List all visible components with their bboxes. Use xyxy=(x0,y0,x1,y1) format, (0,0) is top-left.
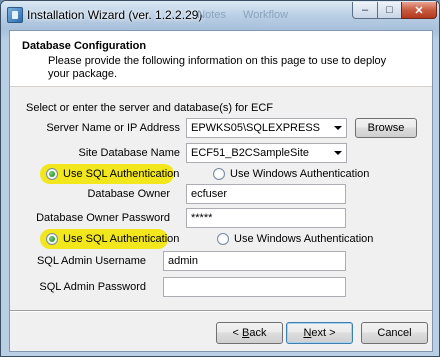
db-owner-label: Database Owner xyxy=(87,188,170,200)
server-value: EPWKS05\SQLEXPRESS xyxy=(191,122,320,134)
site-db-select[interactable]: ECF51_B2CSampleSite xyxy=(186,143,347,163)
windows-auth-radio-1[interactable]: Use Windows Authentication xyxy=(213,168,369,180)
background-tab: ... xyxy=(171,9,181,21)
radio-checked-icon[interactable] xyxy=(46,168,58,180)
back-rest: ack xyxy=(249,327,267,339)
page-description: Please provide the following information… xyxy=(48,55,387,80)
maximize-button[interactable]: □ xyxy=(377,2,402,19)
close-button[interactable]: ✕ xyxy=(401,2,437,19)
back-accel: B xyxy=(242,327,250,339)
sql-admin-username-label: SQL Admin Username xyxy=(36,255,146,267)
site-db-label: Site Database Name xyxy=(78,147,181,159)
next-accel: N xyxy=(303,327,312,339)
minimize-icon: – xyxy=(361,4,369,16)
title-bar[interactable]: Installation Wizard (ver. 1.2.2.29) ... … xyxy=(1,1,439,29)
next-rest: ext xyxy=(311,327,327,339)
radio-unchecked-icon[interactable] xyxy=(213,168,225,180)
sql-admin-password-label: SQL Admin Password xyxy=(39,281,146,293)
windows-auth-label: Use Windows Authentication xyxy=(234,233,374,245)
back-button[interactable]: < Back xyxy=(216,322,283,344)
sql-auth-radio-2[interactable]: Use SQL Authentication xyxy=(46,233,179,245)
sql-admin-username-input[interactable]: admin xyxy=(163,251,346,271)
sql-admin-password-input[interactable] xyxy=(163,277,346,297)
db-owner-password-label: Database Owner Password xyxy=(36,212,170,224)
db-owner-password-input[interactable]: ***** xyxy=(186,208,346,228)
site-db-value: ECF51_B2CSampleSite xyxy=(191,147,310,159)
windows-auth-label: Use Windows Authentication xyxy=(230,168,370,180)
server-label: Server Name or IP Address xyxy=(46,122,180,134)
minimize-button[interactable]: – xyxy=(352,2,378,19)
browse-button[interactable]: Browse xyxy=(355,118,417,138)
sql-auth-label: Use SQL Authentication xyxy=(63,233,180,245)
close-icon: ✕ xyxy=(414,4,424,17)
chevron-down-icon[interactable] xyxy=(334,126,342,130)
background-tab: Workflow xyxy=(243,9,289,21)
cancel-button[interactable]: Cancel xyxy=(361,322,428,344)
maximize-icon: □ xyxy=(386,4,393,16)
chevron-down-icon[interactable] xyxy=(334,151,342,155)
back-prefix: < xyxy=(232,327,242,339)
page-title: Database Configuration xyxy=(22,40,147,52)
db-owner-input[interactable]: ecfuser xyxy=(186,184,346,204)
next-suffix: > xyxy=(326,327,336,339)
radio-unchecked-icon[interactable] xyxy=(217,233,229,245)
sql-auth-radio-1[interactable]: Use SQL Authentication xyxy=(46,168,179,180)
next-button[interactable]: Next > xyxy=(286,322,353,344)
sql-auth-label: Use SQL Authentication xyxy=(63,168,180,180)
intro-text: Select or enter the server and database(… xyxy=(26,102,274,114)
background-tabs: ... Notes Workflow xyxy=(171,9,302,21)
footer-divider xyxy=(10,310,432,312)
app-icon xyxy=(7,7,23,23)
wizard-content: Database Configuration Please provide th… xyxy=(9,30,433,352)
wizard-header: Database Configuration Please provide th… xyxy=(10,31,432,87)
background-tab: Notes xyxy=(197,9,226,21)
radio-checked-icon[interactable] xyxy=(46,233,58,245)
windows-auth-radio-2[interactable]: Use Windows Authentication xyxy=(217,233,373,245)
server-select[interactable]: EPWKS05\SQLEXPRESS xyxy=(186,118,347,138)
installation-wizard-window: Installation Wizard (ver. 1.2.2.29) ... … xyxy=(0,0,440,357)
